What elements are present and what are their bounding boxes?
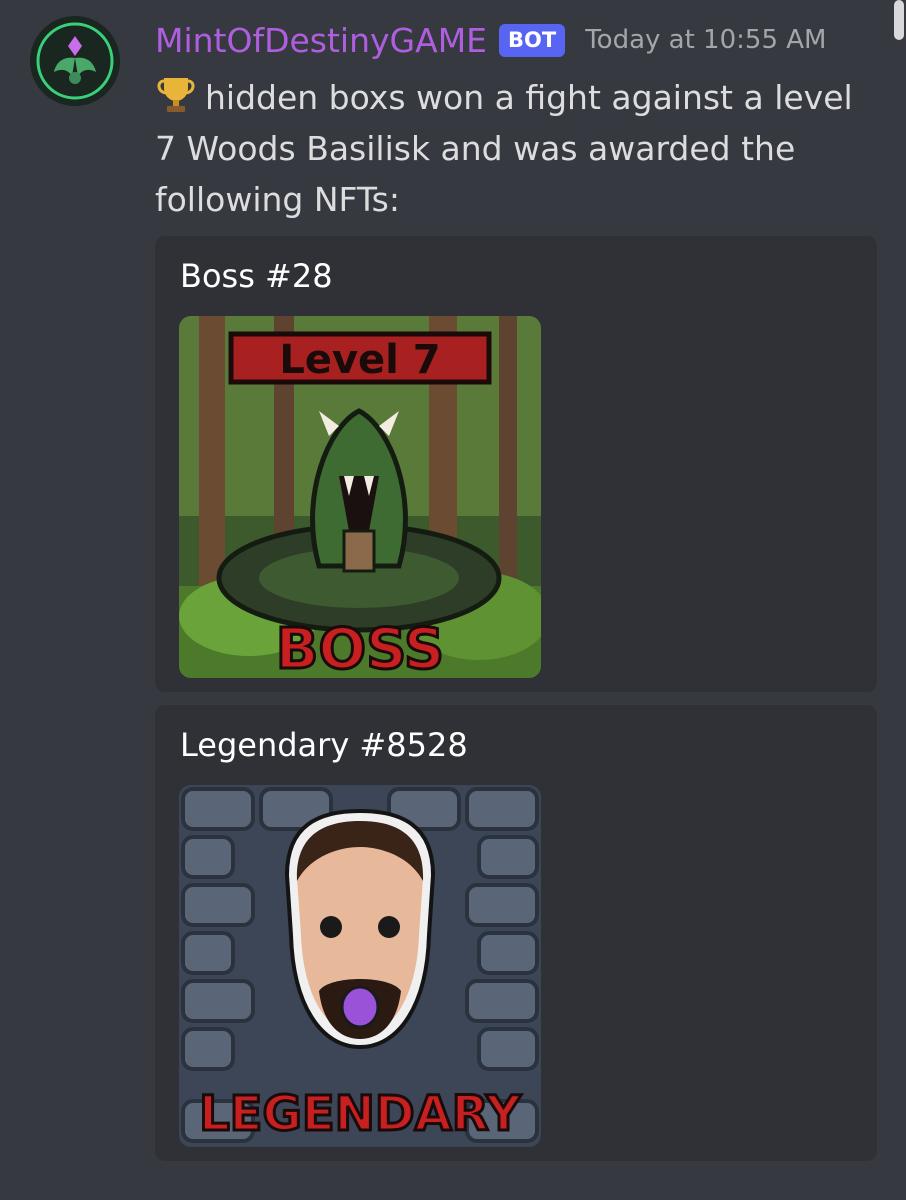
embed-title: Boss #28 bbox=[180, 257, 333, 295]
author-username[interactable]: MintOfDestinyGAME bbox=[155, 21, 487, 60]
message-header: MintOfDestinyGAME BOT Today at 10:55 AM bbox=[155, 14, 826, 66]
image-caption-legendary: LEGENDARY bbox=[199, 1086, 522, 1142]
trophy-icon bbox=[155, 75, 197, 115]
nft-embed-legendary: Legendary #8528 LEGENDARY bbox=[155, 705, 877, 1161]
bot-avatar[interactable] bbox=[30, 16, 120, 106]
message-text: hidden boxs won a fight against a level … bbox=[155, 78, 853, 219]
avatar-emblem-icon bbox=[30, 16, 120, 106]
boss-nft-image[interactable]: Level 7 BOSS bbox=[179, 316, 541, 678]
message-content: hidden boxs won a fight against a level … bbox=[155, 72, 875, 225]
image-caption-boss: BOSS bbox=[276, 617, 444, 678]
bot-badge: BOT bbox=[499, 23, 566, 57]
message-timestamp[interactable]: Today at 10:55 AM bbox=[585, 25, 826, 55]
legendary-nft-image[interactable]: LEGENDARY bbox=[179, 785, 541, 1147]
scrollbar[interactable] bbox=[894, 0, 904, 40]
nft-embed-boss: Boss #28 Level 7 BOSS bbox=[155, 236, 877, 692]
embed-title: Legendary #8528 bbox=[180, 726, 468, 764]
image-caption-level: Level 7 bbox=[279, 337, 440, 383]
